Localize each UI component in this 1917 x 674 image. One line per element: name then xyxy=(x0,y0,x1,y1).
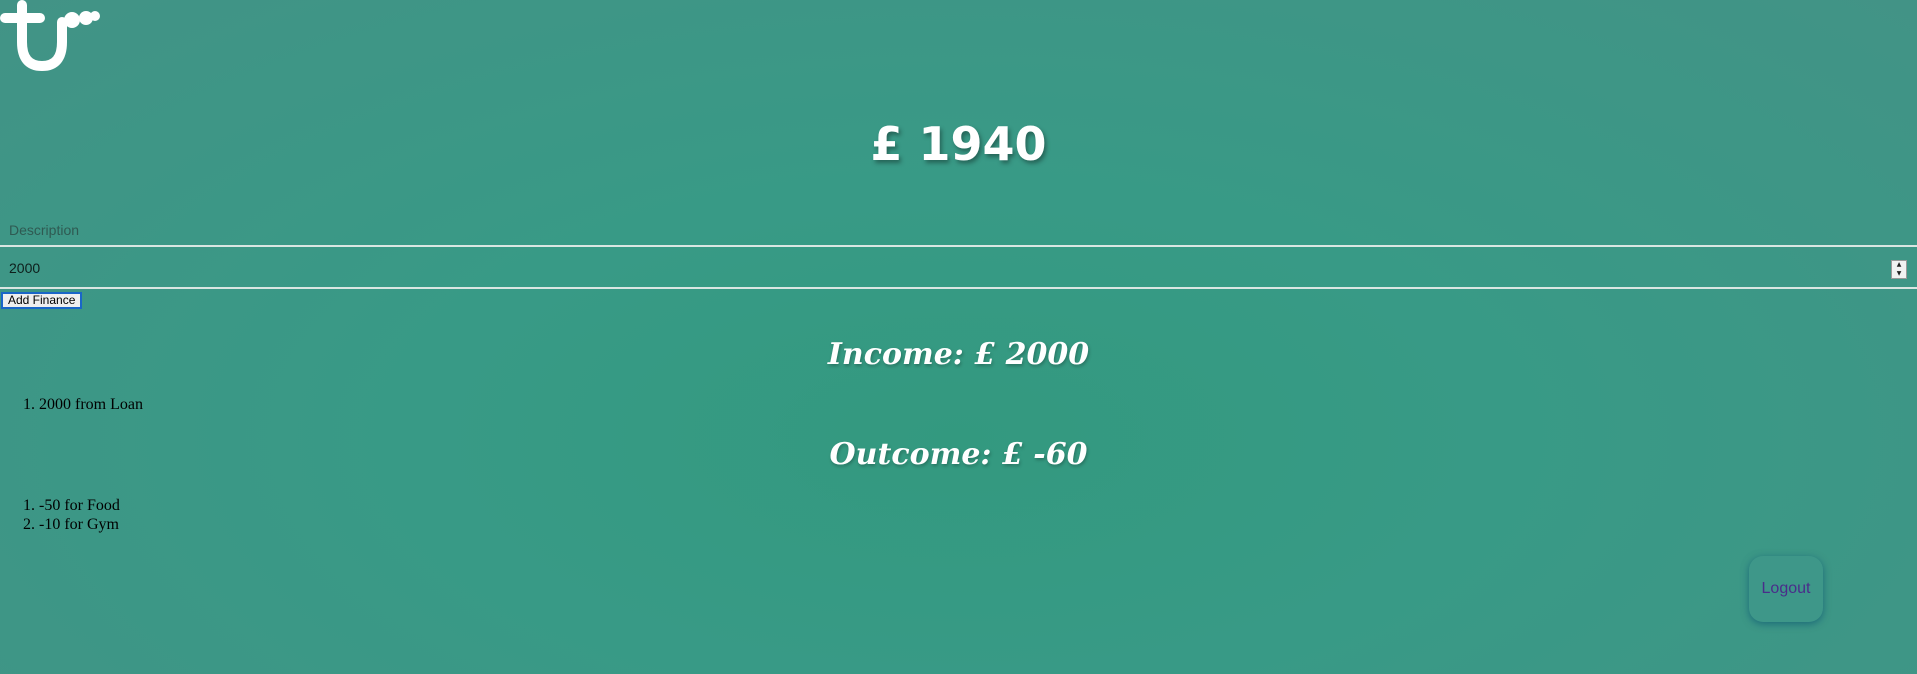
add-finance-button[interactable]: Add Finance xyxy=(1,292,83,309)
description-input[interactable] xyxy=(0,215,1917,247)
amount-input[interactable]: 2000 ▲ ▼ xyxy=(0,251,1917,289)
logout-button[interactable]: Logout xyxy=(1749,556,1823,622)
income-item: 2000 from Loan xyxy=(39,395,143,414)
tu-logo-icon xyxy=(0,0,100,72)
number-spinner[interactable]: ▲ ▼ xyxy=(1891,260,1907,279)
amount-value: 2000 xyxy=(9,260,41,276)
outcome-item: -50 for Food xyxy=(39,496,120,515)
balance-total: £ 1940 xyxy=(870,117,1047,171)
income-list: 2000 from Loan xyxy=(0,395,143,414)
spinner-up-icon[interactable]: ▲ xyxy=(1897,262,1902,268)
income-title: Income: £ 2000 xyxy=(827,337,1090,372)
outcome-title: Outcome: £ -60 xyxy=(829,437,1088,472)
outcome-item: -10 for Gym xyxy=(39,515,120,534)
spinner-down-icon[interactable]: ▼ xyxy=(1897,270,1902,277)
outcome-list: -50 for Food -10 for Gym xyxy=(0,496,120,534)
